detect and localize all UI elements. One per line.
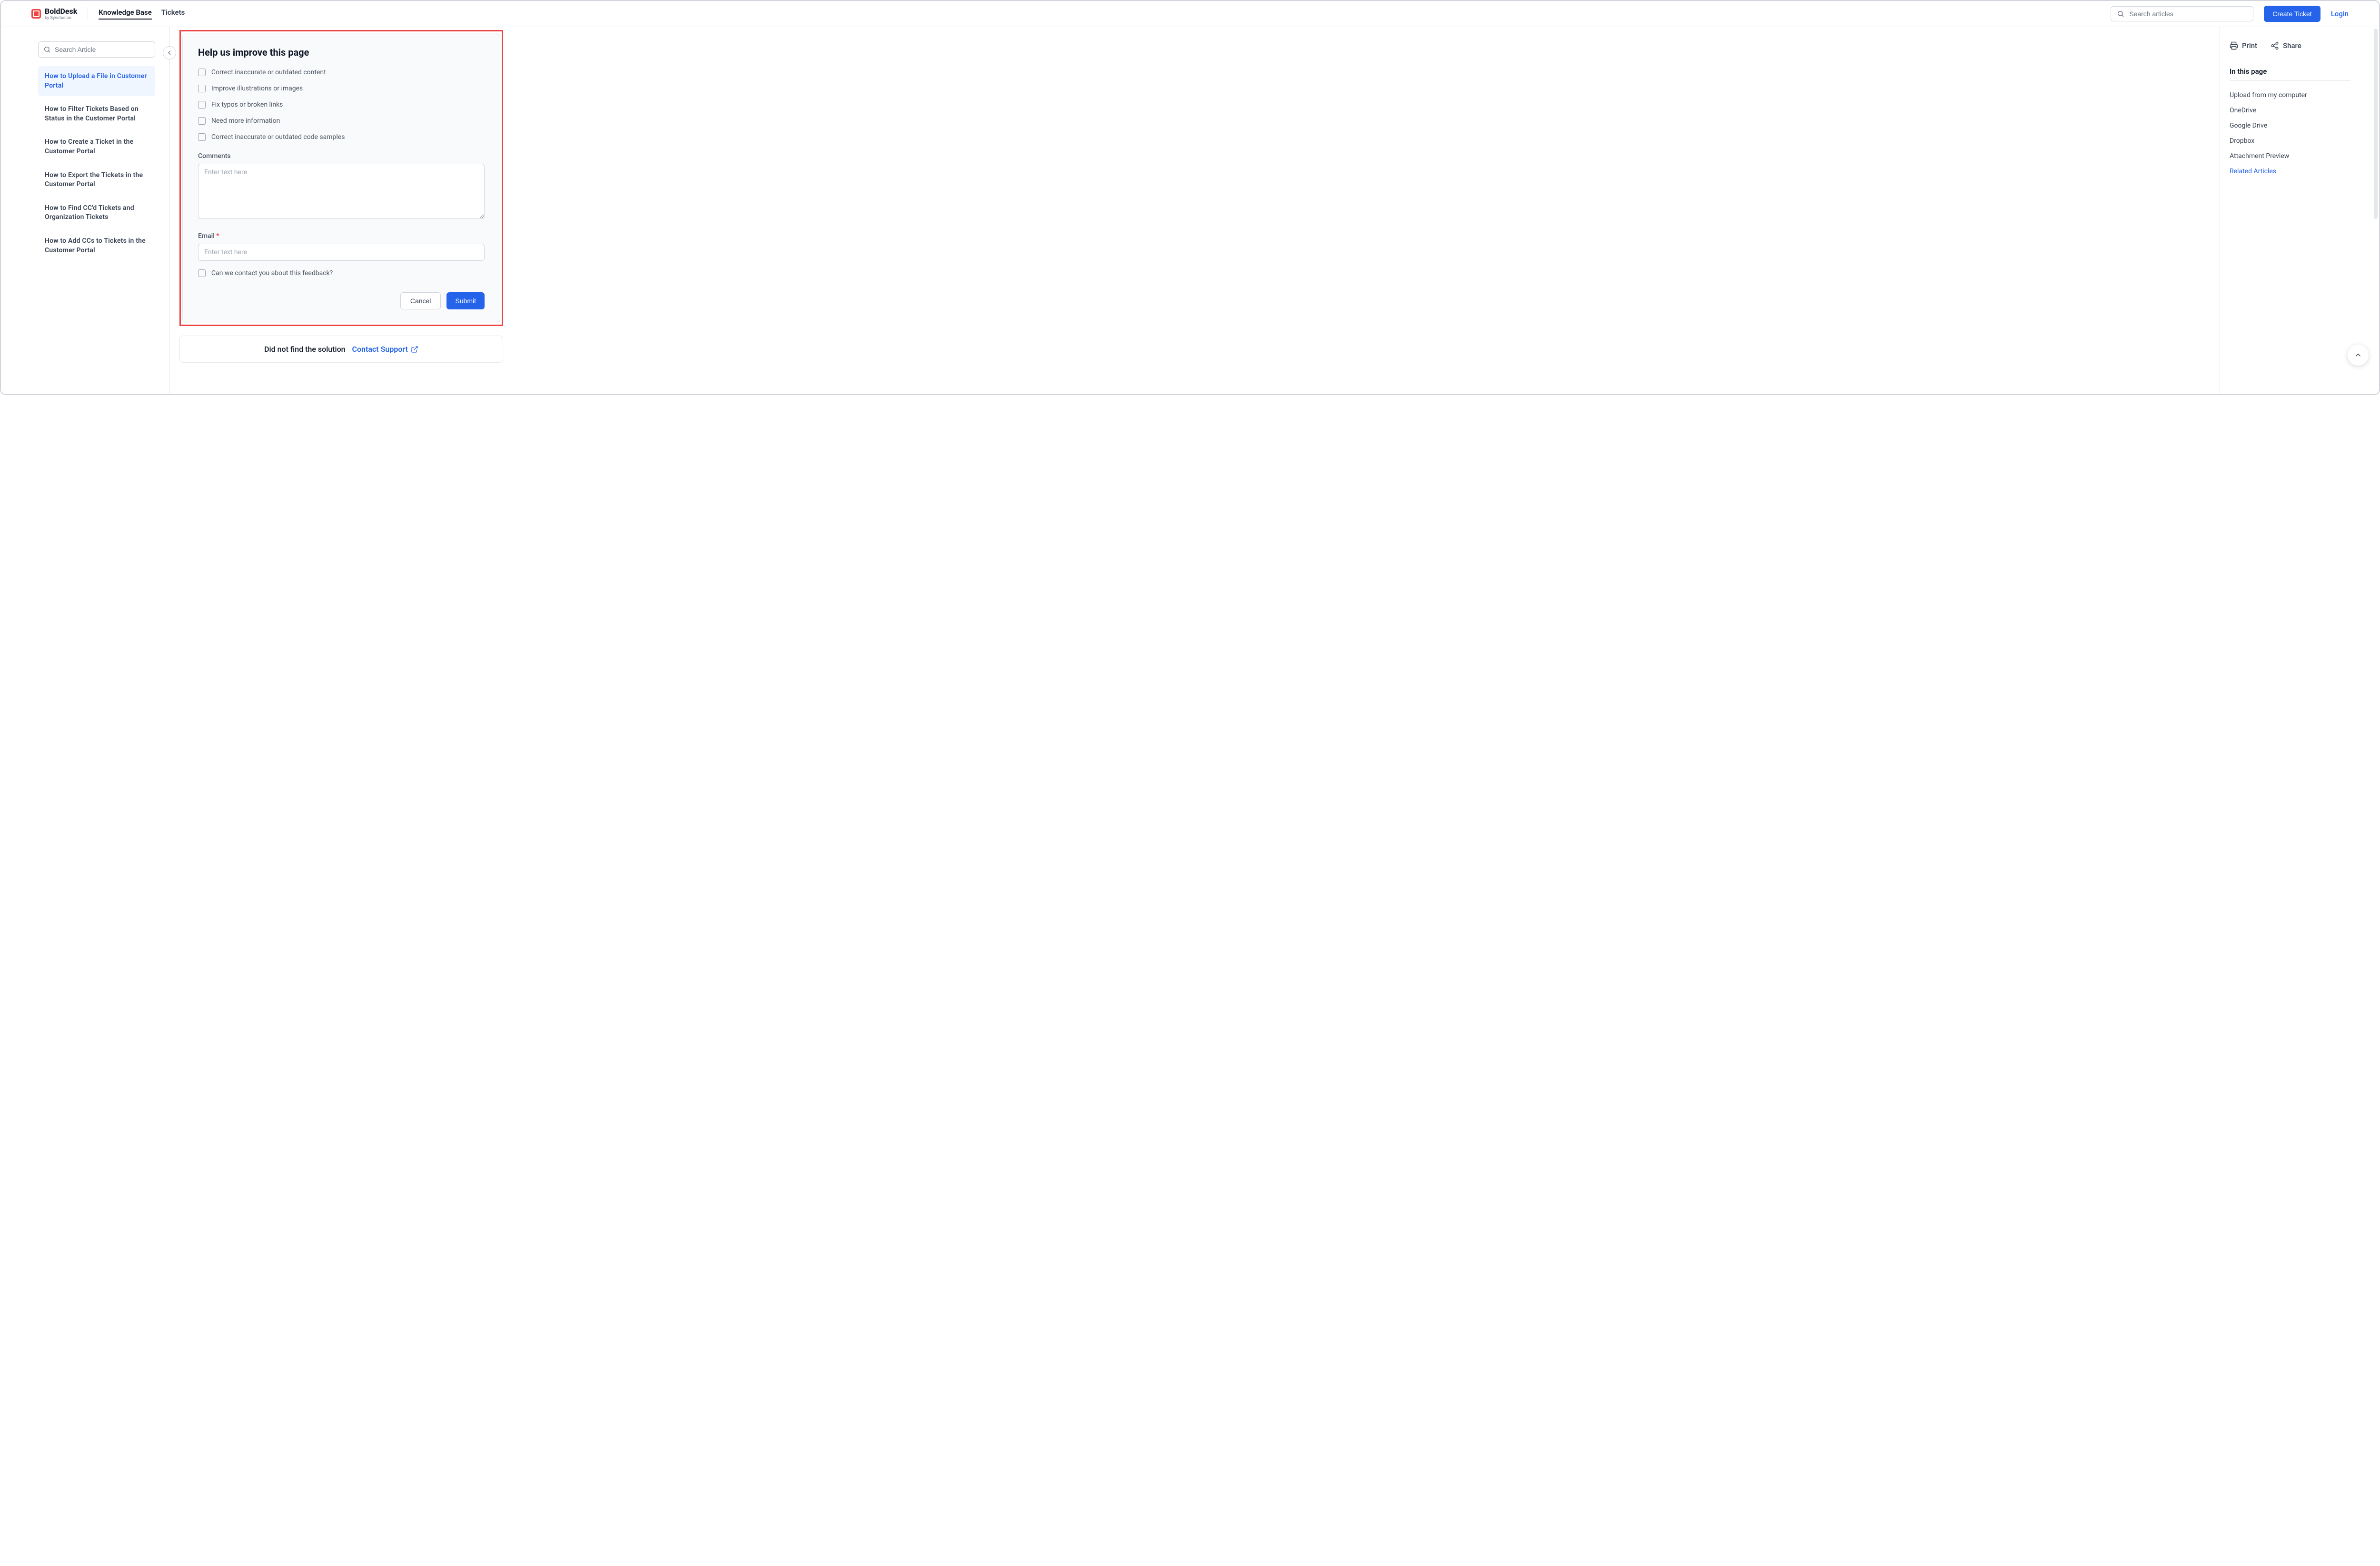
toc-item[interactable]: OneDrive <box>2230 103 2350 118</box>
print-icon <box>2230 41 2238 50</box>
main: Help us improve this page Correct inaccu… <box>170 27 2220 394</box>
chevron-left-icon <box>166 49 173 57</box>
logo-subtitle: by Syncfusion <box>45 16 77 20</box>
nav-tickets[interactable]: Tickets <box>161 8 185 20</box>
global-search-input[interactable] <box>2129 10 2247 18</box>
logo-icon <box>31 9 41 19</box>
checkbox[interactable] <box>198 133 206 141</box>
checkbox-label: Can we contact you about this feedback? <box>211 269 333 277</box>
search-icon <box>43 46 51 53</box>
sidebar-article-item[interactable]: How to Create a Ticket in the Customer P… <box>38 132 155 162</box>
global-search[interactable] <box>2111 6 2253 21</box>
form-actions: Cancel Submit <box>198 292 485 309</box>
sidebar-article-item[interactable]: How to Add CCs to Tickets in the Custome… <box>38 231 155 261</box>
nav-knowledge-base[interactable]: Knowledge Base <box>99 8 151 20</box>
sidebar-article-item[interactable]: How to Filter Tickets Based on Status in… <box>38 99 155 129</box>
feedback-option[interactable]: Improve illustrations or images <box>198 85 485 92</box>
toc-item[interactable]: Upload from my computer <box>2230 88 2350 103</box>
checkbox[interactable] <box>198 69 206 76</box>
feedback-option[interactable]: Correct inaccurate or outdated code samp… <box>198 133 485 141</box>
toc-item[interactable]: Attachment Preview <box>2230 149 2350 164</box>
checkbox-label: Correct inaccurate or outdated content <box>211 69 326 76</box>
feedback-title: Help us improve this page <box>198 47 485 58</box>
sidebar-left: How to Upload a File in Customer Portal … <box>1 27 170 394</box>
share-label: Share <box>2283 41 2301 50</box>
checkbox[interactable] <box>198 269 206 277</box>
content: How to Upload a File in Customer Portal … <box>1 27 2379 394</box>
article-search[interactable] <box>38 41 155 58</box>
toc-item[interactable]: Related Articles <box>2230 164 2350 179</box>
comments-label: Comments <box>198 152 485 160</box>
article-search-input[interactable] <box>55 46 150 53</box>
toc-title: In this page <box>2230 67 2350 81</box>
logo-name: BoldDesk <box>45 8 77 15</box>
logo-text: BoldDesk by Syncfusion <box>45 8 77 20</box>
checkbox[interactable] <box>198 101 206 109</box>
sidebar-article-item[interactable]: How to Export the Tickets in the Custome… <box>38 165 155 195</box>
toc-item[interactable]: Google Drive <box>2230 118 2350 133</box>
checkbox[interactable] <box>198 85 206 92</box>
toc-list: Upload from my computer OneDrive Google … <box>2230 88 2350 179</box>
feedback-option[interactable]: Fix typos or broken links <box>198 101 485 109</box>
feedback-option[interactable]: Need more information <box>198 117 485 125</box>
print-label: Print <box>2242 41 2257 50</box>
checkbox-label: Need more information <box>211 117 280 125</box>
header: BoldDesk by Syncfusion Knowledge Base Ti… <box>1 1 2379 27</box>
support-text: Did not find the solution <box>264 345 346 354</box>
email-label-text: Email <box>198 232 215 240</box>
sidebar-article-item[interactable]: How to Upload a File in Customer Portal <box>38 66 155 96</box>
feedback-card: Help us improve this page Correct inaccu… <box>182 33 500 323</box>
cancel-button[interactable]: Cancel <box>400 292 441 309</box>
article-list: How to Upload a File in Customer Portal … <box>38 66 155 261</box>
feedback-option[interactable]: Correct inaccurate or outdated content <box>198 69 485 76</box>
action-row: Print Share <box>2230 41 2350 50</box>
email-input[interactable] <box>198 244 485 261</box>
toc-item[interactable]: Dropbox <box>2230 133 2350 149</box>
contact-support-link[interactable]: Contact Support <box>352 345 418 354</box>
checkbox-label: Fix typos or broken links <box>211 101 283 109</box>
collapse-sidebar-button[interactable] <box>163 46 176 59</box>
checkbox-label: Improve illustrations or images <box>211 85 303 92</box>
support-card: Did not find the solution Contact Suppor… <box>179 336 503 363</box>
create-ticket-button[interactable]: Create Ticket <box>2264 6 2320 22</box>
email-label: Email * <box>198 232 485 240</box>
logo[interactable]: BoldDesk by Syncfusion <box>31 8 77 20</box>
sidebar-right: Print Share In this page Upload from my … <box>2220 27 2379 394</box>
checkbox-label: Correct inaccurate or outdated code samp… <box>211 133 345 141</box>
search-icon <box>2117 10 2124 18</box>
share-icon <box>2271 41 2279 50</box>
share-button[interactable]: Share <box>2271 41 2301 50</box>
sidebar-article-item[interactable]: How to Find CC'd Tickets and Organizatio… <box>38 198 155 228</box>
nav-links: Knowledge Base Tickets <box>99 8 185 20</box>
highlight-annotation: Help us improve this page Correct inaccu… <box>179 30 503 326</box>
required-indicator: * <box>216 232 219 240</box>
contact-option[interactable]: Can we contact you about this feedback? <box>198 269 485 277</box>
header-right: Create Ticket Login <box>2111 6 2349 22</box>
login-link[interactable]: Login <box>2331 10 2349 18</box>
scrollbar[interactable] <box>2374 29 2378 219</box>
comments-textarea[interactable] <box>198 164 485 219</box>
checkbox[interactable] <box>198 117 206 125</box>
contact-support-label: Contact Support <box>352 345 408 354</box>
external-link-icon <box>411 346 418 353</box>
print-button[interactable]: Print <box>2230 41 2257 50</box>
scroll-top-button[interactable] <box>2348 345 2369 366</box>
submit-button[interactable]: Submit <box>446 292 485 309</box>
chevron-up-icon <box>2354 351 2362 359</box>
